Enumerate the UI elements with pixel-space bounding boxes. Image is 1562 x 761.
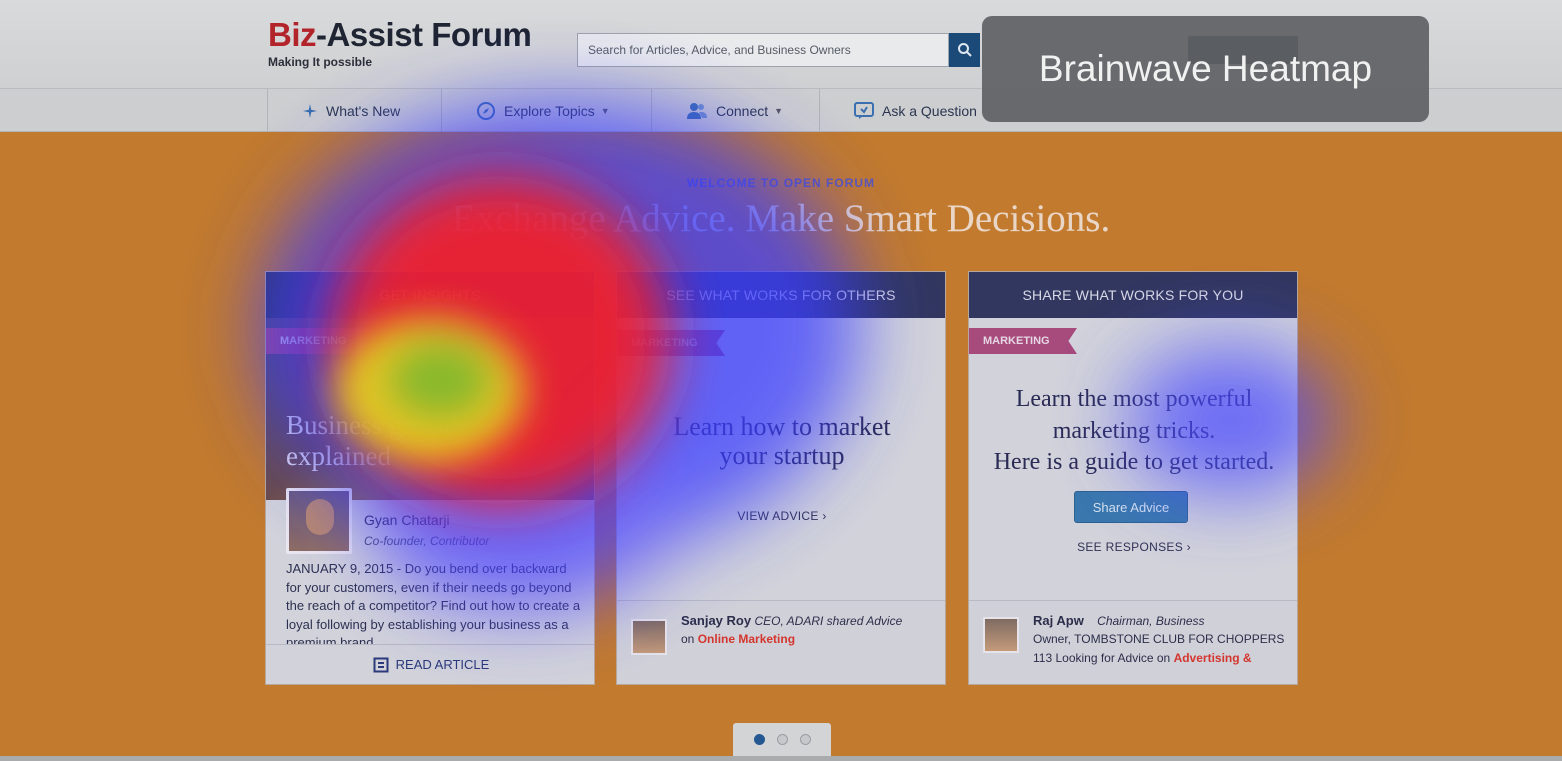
search-button[interactable]	[949, 33, 980, 67]
hero-section: WELCOME TO OPEN FORUM Exchange Advice. M…	[0, 132, 1562, 756]
avatar[interactable]	[983, 617, 1019, 653]
card-footer: Sanjay Roy CEO, ADARI shared Advice on O…	[617, 600, 945, 684]
brand-title: Biz-Assist Forum	[268, 16, 532, 53]
hero-headline: Exchange Advice. Make Smart Decisions.	[451, 197, 1111, 240]
people-icon	[686, 102, 708, 120]
search-input[interactable]	[577, 33, 949, 67]
question-icon	[854, 101, 874, 120]
topic-link[interactable]: Advertising &	[1174, 651, 1252, 665]
card-get-insights: GET INSIGHTS MARKETING Business growth e…	[265, 271, 595, 685]
footer-author-company: Owner, TOMBSTONE CLUB FOR CHOPPERS	[1033, 632, 1285, 646]
compass-icon	[476, 101, 496, 121]
see-responses-link[interactable]: SEE RESPONSES ›	[969, 540, 1297, 554]
article-title[interactable]: Business growth explained	[286, 410, 566, 472]
card-footer: Raj Apw Chairman, Business Owner, TOMBST…	[969, 600, 1297, 684]
heatmap-label: Brainwave Heatmap	[982, 16, 1429, 122]
category-tag[interactable]: MARKETING	[617, 330, 725, 356]
carousel-dots	[733, 723, 831, 756]
card-header: SEE WHAT WORKS FOR OTHERS	[617, 272, 945, 318]
article-icon	[373, 657, 389, 673]
card-share-what-works: SHARE WHAT WORKS FOR YOU MARKETING Learn…	[968, 271, 1298, 685]
card-see-what-works: SEE WHAT WORKS FOR OTHERS MARKETING Lear…	[616, 271, 946, 685]
category-tag[interactable]: MARKETING	[969, 328, 1077, 354]
view-advice-link[interactable]: VIEW ADVICE ›	[617, 509, 945, 523]
card-header: GET INSIGHTS	[266, 272, 594, 318]
footer-author-name[interactable]: Raj Apw	[1033, 613, 1084, 628]
topic-link[interactable]: Online Marketing	[698, 632, 795, 646]
category-tag[interactable]: MARKETING	[266, 328, 374, 354]
footer-author-name[interactable]: Sanjay Roy	[681, 613, 751, 628]
article-excerpt: JANUARY 9, 2015 - Do you bend over backw…	[286, 561, 581, 644]
carousel-dot-1[interactable]	[753, 734, 765, 745]
footer-author-role: CEO, ADARI shared Advice	[754, 614, 903, 628]
hero-eyebrow: WELCOME TO OPEN FORUM	[686, 176, 876, 190]
author-role: Co-founder, Contributor	[364, 534, 490, 548]
avatar[interactable]	[286, 488, 352, 554]
author-name[interactable]: Gyan Chatarji	[364, 512, 450, 528]
carousel-dot-3[interactable]	[799, 734, 811, 745]
brand-tagline: Making It possible	[268, 55, 373, 69]
advice-title[interactable]: Learn the most powerful marketing tricks…	[969, 384, 1297, 479]
avatar[interactable]	[631, 619, 667, 655]
sparkle-icon	[302, 103, 318, 119]
chevron-down-icon: ▼	[600, 105, 610, 116]
search-icon	[957, 43, 972, 57]
nav-item-connect[interactable]: Connect ▼	[651, 89, 819, 132]
share-advice-button[interactable]: Share Advice	[1074, 491, 1188, 523]
nav-item-whats-new[interactable]: What's New	[267, 89, 441, 132]
brand-logo[interactable]: Biz-Assist Forum Making It possible	[268, 16, 532, 69]
read-article-link[interactable]: READ ARTICLE	[266, 644, 594, 684]
nav-item-explore-topics[interactable]: Explore Topics ▼	[441, 89, 651, 132]
footer-author-role: Chairman, Business	[1097, 614, 1205, 628]
card-header: SHARE WHAT WORKS FOR YOU	[969, 272, 1297, 318]
carousel-dot-2[interactable]	[776, 734, 788, 745]
chevron-down-icon: ▼	[774, 105, 784, 116]
advice-title[interactable]: Learn how to market your startup	[617, 412, 945, 470]
search-bar	[577, 33, 980, 67]
